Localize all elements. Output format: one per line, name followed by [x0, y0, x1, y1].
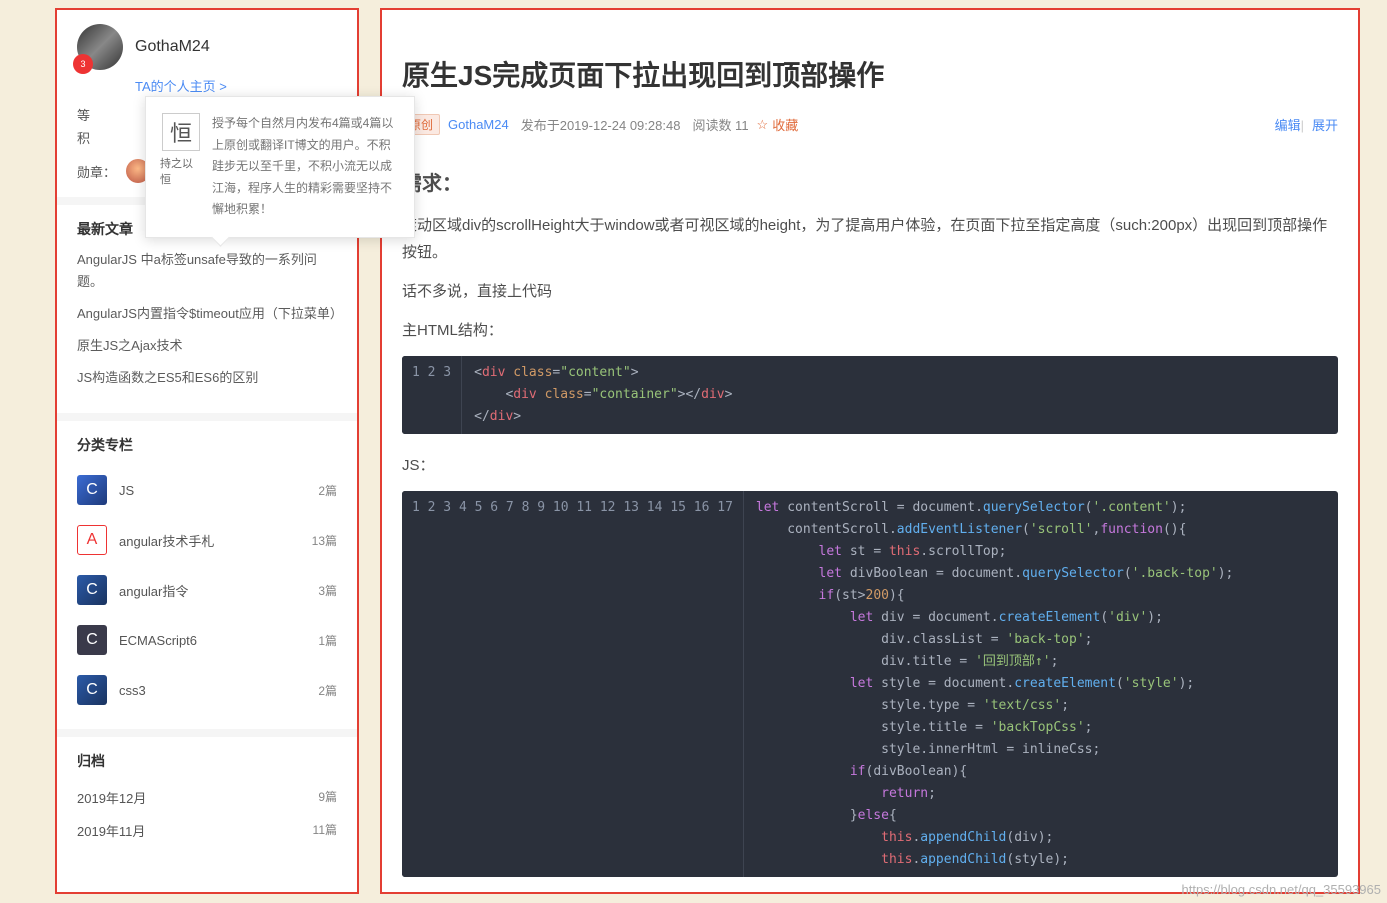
archive-item[interactable]: 2019年12月9篇 [77, 781, 337, 814]
category-name: ECMAScript6 [119, 633, 197, 648]
author-link[interactable]: GothaM24 [448, 117, 509, 132]
badges-label: 勋章： [77, 162, 116, 181]
article-link[interactable]: AngularJS 中a标签unsafe导致的一系列问题。 [77, 249, 337, 293]
line-gutter: 1 2 3 4 5 6 7 8 9 10 11 12 13 14 15 16 1… [402, 491, 744, 877]
archive-header: 归档 [77, 751, 337, 771]
article-title: 原生JS完成页面下拉出现回到顶部操作 [402, 54, 1338, 94]
category-icon [77, 675, 107, 705]
category-item[interactable]: angular指令 3篇 [77, 565, 337, 615]
code-block-html: 1 2 3 <div class="content"> <div class="… [402, 356, 1338, 434]
category-count: 1篇 [318, 632, 337, 649]
article-link[interactable]: AngularJS内置指令$timeout应用（下拉菜单） [77, 303, 337, 325]
category-count: 2篇 [318, 482, 337, 499]
section-heading: 需求： [402, 167, 1338, 196]
category-name: JS [119, 483, 134, 498]
archive-item[interactable]: 2019年11月11篇 [77, 814, 337, 847]
article-link[interactable]: 原生JS之Ajax技术 [77, 335, 337, 357]
avatar-level-badge: 3 [73, 54, 93, 74]
badge-glyph-icon: 恒 [162, 113, 200, 151]
read-count: 阅读数 11 [692, 115, 748, 134]
category-icon [77, 475, 107, 505]
code-content[interactable]: <div class="content"> <div class="contai… [462, 356, 1338, 434]
category-count: 3篇 [318, 582, 337, 599]
badge-tooltip: 恒 持之以恒 授予每个自然月内发布4篇或4篇以上原创或翻译IT博文的用户。不积跬… [145, 96, 415, 238]
archive-section: 归档 2019年12月9篇 2019年11月11篇 [57, 729, 357, 851]
category-count: 2篇 [318, 682, 337, 699]
category-name: css3 [119, 683, 146, 698]
line-gutter: 1 2 3 [402, 356, 462, 434]
avatar[interactable]: 3 [77, 24, 123, 70]
profile-home-link[interactable]: TA的个人主页 > [135, 76, 227, 95]
expand-link[interactable]: 展开 [1312, 118, 1338, 133]
code-content[interactable]: let contentScroll = document.querySelect… [744, 491, 1338, 877]
paragraph: 话不多说，直接上代码 [402, 278, 1338, 305]
article-link[interactable]: JS构造函数之ES5和ES6的区别 [77, 367, 337, 389]
article-main: 原生JS完成页面下拉出现回到顶部操作 原创 GothaM24 发布于2019-1… [380, 8, 1360, 894]
sidebar: 3 GothaM24 TA的个人主页 > 恒 持之以恒 授予每个自然月内发布4篇… [55, 8, 359, 894]
category-item[interactable]: angular技术手札 13篇 [77, 515, 337, 565]
category-item[interactable]: ECMAScript6 1篇 [77, 615, 337, 665]
watermark: https://blog.csdn.net/qq_35593965 [1182, 882, 1382, 897]
category-item[interactable]: css3 2篇 [77, 665, 337, 715]
favorite-button[interactable]: ☆ 收藏 [757, 115, 799, 134]
category-icon [77, 625, 107, 655]
article-meta: 原创 GothaM24 发布于2019-12-24 09:28:48 阅读数 1… [402, 114, 1338, 135]
edit-link[interactable]: 编辑 [1275, 118, 1301, 133]
category-count: 13篇 [312, 532, 337, 549]
username[interactable]: GothaM24 [135, 38, 210, 56]
publish-date: 发布于2019-12-24 09:28:48 [521, 115, 681, 134]
category-icon [77, 525, 107, 555]
profile-block: 3 GothaM24 TA的个人主页 > [57, 10, 357, 95]
paragraph: 主HTML结构： [402, 317, 1338, 344]
category-name: angular技术手札 [119, 531, 214, 550]
code-block-js: 1 2 3 4 5 6 7 8 9 10 11 12 13 14 15 16 1… [402, 491, 1338, 877]
badge-description: 授予每个自然月内发布4篇或4篇以上原创或翻译IT博文的用户。不积跬步无以至千里，… [212, 113, 396, 221]
star-icon: ☆ [757, 117, 769, 133]
paragraph: JS： [402, 452, 1338, 479]
badge-name: 持之以恒 [160, 155, 202, 187]
category-item[interactable]: JS 2篇 [77, 465, 337, 515]
category-name: angular指令 [119, 581, 188, 600]
category-icon [77, 575, 107, 605]
categories-header: 分类专栏 [77, 435, 337, 455]
paragraph: 滚动区域div的scrollHeight大于window或者可视区域的heigh… [402, 212, 1338, 266]
categories-section: 分类专栏 JS 2篇 angular技术手札 13篇 angular指令 3篇 ECMASc… [57, 413, 357, 729]
